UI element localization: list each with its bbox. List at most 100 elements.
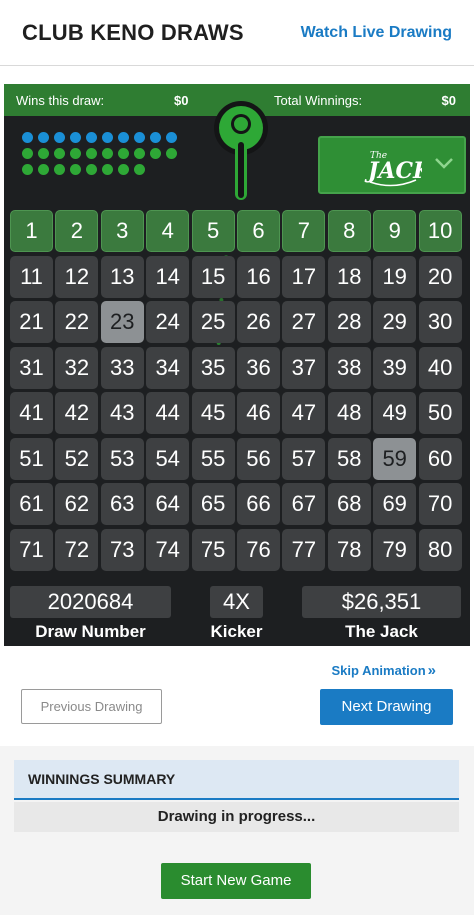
drawn-balls-indicator xyxy=(22,132,182,182)
drawn-ball-dot xyxy=(38,148,49,159)
keno-number-17: 17 xyxy=(282,255,326,298)
kicker-value: 4X xyxy=(210,586,263,618)
keno-number-67: 67 xyxy=(282,483,326,525)
keno-number-41: 41 xyxy=(10,392,53,434)
drawn-ball-dot xyxy=(134,164,145,175)
keno-number-27: 27 xyxy=(282,301,326,343)
keno-number-9: 9 xyxy=(373,210,417,252)
keno-number-39: 39 xyxy=(373,346,417,389)
wins-this-draw-label: Wins this draw: xyxy=(16,93,105,108)
keno-number-58: 58 xyxy=(327,437,371,480)
the-jack-value: $26,351 xyxy=(302,586,461,618)
keno-number-12: 12 xyxy=(55,255,99,298)
keno-number-80: 80 xyxy=(418,528,462,571)
keno-number-68: 68 xyxy=(327,483,371,525)
keno-number-43: 43 xyxy=(100,392,144,434)
keno-number-33: 33 xyxy=(100,346,144,389)
kicker-label: Kicker xyxy=(210,622,263,641)
keno-number-36: 36 xyxy=(237,346,280,389)
keno-number-18: 18 xyxy=(327,255,371,298)
keno-number-51: 51 xyxy=(10,437,53,480)
drawn-ball-dot xyxy=(150,148,161,159)
keno-number-2: 2 xyxy=(55,210,99,252)
drawn-ball-dot xyxy=(118,148,129,159)
drawn-ball-dot xyxy=(118,132,129,143)
drawn-ball-dot xyxy=(86,132,97,143)
draw-number-label: Draw Number xyxy=(35,622,146,641)
the-jack-selector[interactable]: The JACK xyxy=(318,136,466,194)
previous-drawing-button[interactable]: Previous Drawing xyxy=(21,689,162,724)
keno-number-14: 14 xyxy=(146,255,190,298)
keno-number-26: 26 xyxy=(237,301,280,343)
keno-number-24: 24 xyxy=(146,301,190,343)
drawn-ball-dot xyxy=(102,132,113,143)
keno-number-66: 66 xyxy=(237,483,280,525)
keno-number-48: 48 xyxy=(327,392,371,434)
keno-number-37: 37 xyxy=(282,346,326,389)
total-winnings-label: Total Winnings: xyxy=(274,93,363,108)
keno-number-75: 75 xyxy=(191,528,235,571)
keno-number-grid: 1 2 3 4 5 6 7 8 9 10 11 12 13 14 15 16 17 18 19 20 21 22 23 24 2… xyxy=(10,210,466,574)
wins-this-draw-value: $0 xyxy=(174,93,189,108)
keno-number-21: 21 xyxy=(10,301,53,343)
draw-number-value: 2020684 xyxy=(10,586,171,618)
the-jack-logo: The JACK xyxy=(364,151,422,187)
keno-number-56: 56 xyxy=(237,437,280,480)
keno-number-8: 8 xyxy=(327,210,371,252)
keno-number-30: 30 xyxy=(418,301,462,343)
keno-number-62: 62 xyxy=(55,483,99,525)
drawn-ball-dot xyxy=(86,148,97,159)
keno-number-64: 64 xyxy=(146,483,190,525)
keno-number-6: 6 xyxy=(237,210,280,252)
keno-number-72: 72 xyxy=(55,528,99,571)
skip-animation-link[interactable]: Skip Animation» xyxy=(332,662,436,679)
start-new-game-button[interactable]: Start New Game xyxy=(161,863,311,899)
keno-number-73: 73 xyxy=(100,528,144,571)
keno-number-29: 29 xyxy=(373,301,417,343)
keno-number-32: 32 xyxy=(55,346,99,389)
drawn-ball-dot xyxy=(22,164,33,175)
keno-number-10: 10 xyxy=(418,210,462,252)
keno-number-16: 16 xyxy=(237,255,280,298)
the-jack-label: The Jack xyxy=(345,622,418,641)
drawn-ball-dot xyxy=(70,148,81,159)
drawn-ball-dot xyxy=(54,132,65,143)
keno-number-11: 11 xyxy=(10,255,53,298)
page-title: CLUB KENO DRAWS xyxy=(22,20,244,45)
keno-number-25: 25 xyxy=(191,301,235,343)
drawn-ball-dot xyxy=(102,148,113,159)
keno-number-40: 40 xyxy=(418,346,462,389)
drawn-ball-dot xyxy=(54,148,65,159)
drawn-ball-dot xyxy=(22,148,33,159)
drawn-ball-dot xyxy=(86,164,97,175)
keno-number-71: 71 xyxy=(10,528,53,571)
keno-number-22: 22 xyxy=(55,301,99,343)
keno-number-61: 61 xyxy=(10,483,53,525)
keno-number-52: 52 xyxy=(55,437,99,480)
drawn-ball-dot xyxy=(134,148,145,159)
keno-number-7: 7 xyxy=(282,210,326,252)
keno-number-35: 35 xyxy=(191,346,235,389)
keno-number-45: 45 xyxy=(191,392,235,434)
total-winnings-value: $0 xyxy=(441,93,456,108)
drawn-ball-dot xyxy=(166,132,177,143)
svg-text:JACK: JACK xyxy=(364,158,422,184)
winnings-summary-panel: WINNINGS SUMMARY Drawing in progress... … xyxy=(0,746,474,915)
keno-number-31: 31 xyxy=(10,346,53,389)
keno-number-76: 76 xyxy=(237,528,280,571)
keno-board: Wins this draw: $0 Total Winnings: $0 Th… xyxy=(4,84,470,646)
keno-number-55: 55 xyxy=(191,437,235,480)
ball-dispenser-icon xyxy=(214,101,268,200)
keno-number-13: 13 xyxy=(100,255,144,298)
keno-number-23: 23 xyxy=(100,301,144,343)
keno-number-19: 19 xyxy=(373,255,417,298)
keno-number-38: 38 xyxy=(327,346,371,389)
drawn-ball-dot xyxy=(70,164,81,175)
drawn-ball-dot xyxy=(102,164,113,175)
keno-number-15: 15 xyxy=(191,255,235,298)
keno-number-50: 50 xyxy=(418,392,462,434)
drawn-ball-dot xyxy=(118,164,129,175)
watch-live-drawing-link[interactable]: Watch Live Drawing xyxy=(301,24,452,42)
next-drawing-button[interactable]: Next Drawing xyxy=(320,689,453,725)
drawn-ball-dot xyxy=(38,132,49,143)
